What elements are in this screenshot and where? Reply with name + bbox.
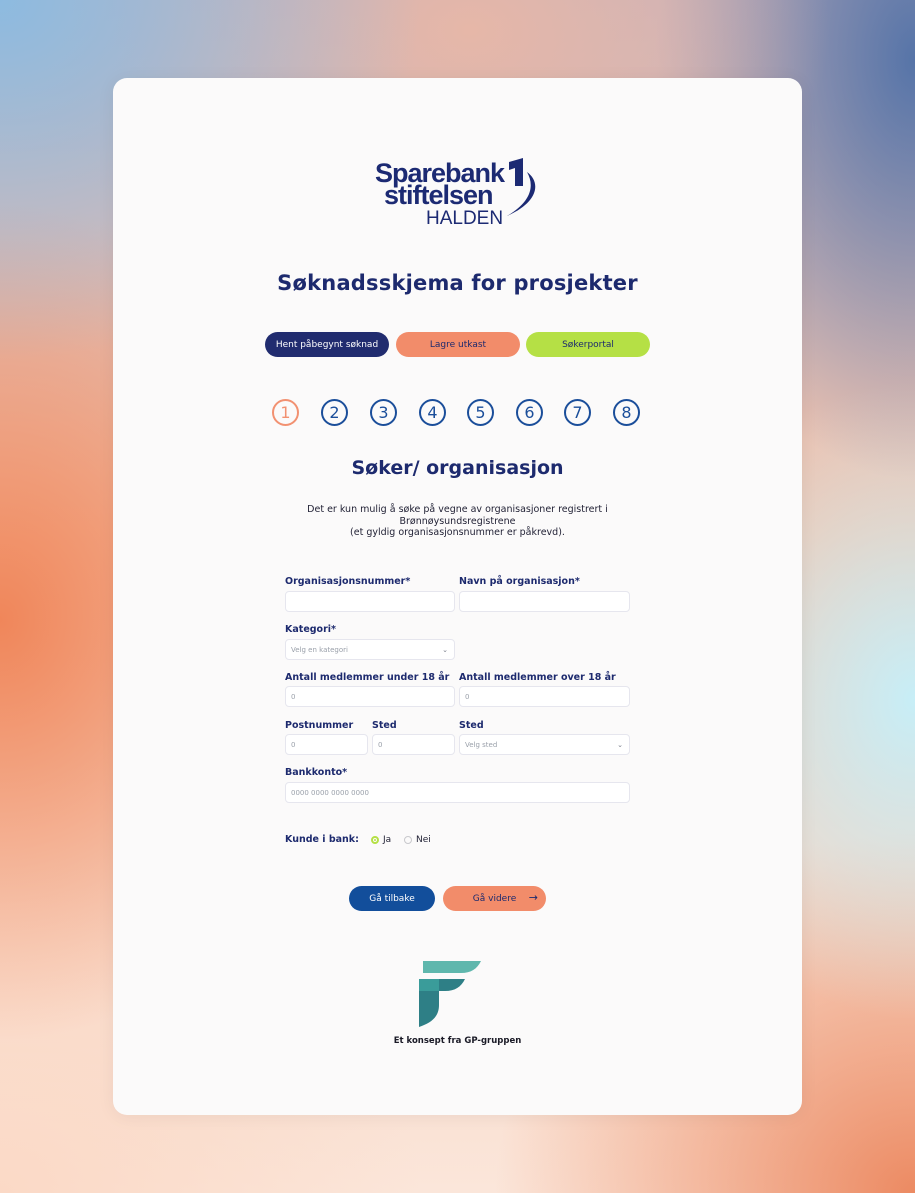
place-select[interactable]: Velg sted ⌄ (459, 734, 630, 755)
place-label: Sted (372, 720, 397, 731)
chevron-down-icon: ⌄ (617, 741, 623, 749)
members-under-input[interactable]: 0 (285, 686, 455, 707)
org-number-label: Organisasjonsnummer* (285, 576, 411, 587)
bank-account-input[interactable]: 0000 0000 0000 0000 (285, 782, 630, 803)
place-input[interactable]: 0 (372, 734, 455, 755)
save-draft-button[interactable]: Lagre utkast (396, 332, 520, 357)
org-number-input[interactable] (285, 591, 455, 612)
category-select[interactable]: Velg en kategori ⌄ (285, 639, 455, 660)
sparebank1-logo-icon (507, 158, 536, 216)
category-placeholder: Velg en kategori (291, 645, 348, 654)
step-5[interactable]: 5 (467, 399, 494, 426)
place-select-placeholder: Velg sted (465, 740, 498, 749)
step-indicator: 1 2 3 4 5 6 7 8 (272, 399, 652, 426)
bank-customer-label: Kunde i bank: (285, 834, 359, 845)
radio-yes[interactable]: Ja (371, 835, 391, 845)
next-button-label: Gå videre (472, 893, 517, 904)
radio-no-label: Nei (416, 835, 431, 845)
applicant-portal-button[interactable]: Søkerportal (526, 332, 650, 357)
place-select-label: Sted (459, 720, 484, 731)
step-2[interactable]: 2 (321, 399, 348, 426)
bank-account-label: Bankkonto* (285, 767, 348, 778)
load-draft-button[interactable]: Hent påbegynt søknad (265, 332, 389, 357)
intro-line-3: (et gyldig organisasjonsnummer er påkrev… (350, 527, 565, 538)
org-name-label: Navn på organisasjon* (459, 576, 580, 587)
gp-gruppen-logo-icon (419, 961, 481, 1027)
radio-yes-label: Ja (383, 835, 392, 845)
postal-code-input[interactable]: 0 (285, 734, 368, 755)
intro-text: Det er kun mulig å søke på vegne av orga… (277, 504, 638, 539)
members-under-label: Antall medlemmer under 18 år (285, 672, 450, 683)
page-title: Søknadsskjema for prosjekter (277, 271, 638, 295)
section-title: Søker/ organisasjon (351, 457, 564, 479)
application-card: Sparebank stiftelsen HALDEN Søknadsskjem… (113, 78, 802, 1115)
radio-no[interactable]: Nei (404, 835, 431, 845)
intro-line-1: Det er kun mulig å søke på vegne av orga… (307, 504, 608, 515)
logo-text-line2: stiftelsen (384, 180, 494, 210)
members-over-input[interactable]: 0 (459, 686, 630, 707)
footer-text: Et konsept fra GP-gruppen (393, 1036, 522, 1046)
chevron-down-icon: ⌄ (442, 646, 448, 654)
postal-code-label: Postnummer (285, 720, 354, 731)
radio-no-dot[interactable] (404, 836, 412, 844)
sparebank-logo: Sparebank stiftelsen HALDEN (373, 158, 545, 232)
step-8[interactable]: 8 (613, 399, 640, 426)
radio-yes-dot[interactable] (371, 836, 379, 844)
next-button[interactable]: Gå videre → (443, 886, 546, 911)
arrow-right-icon: → (528, 891, 538, 904)
step-7[interactable]: 7 (564, 399, 591, 426)
step-3[interactable]: 3 (370, 399, 397, 426)
intro-line-2: Brønnøysundsregistrene (399, 515, 516, 527)
step-1[interactable]: 1 (272, 399, 299, 426)
logo-text-line3: HALDEN (426, 208, 504, 229)
category-label: Kategori* (285, 624, 336, 635)
org-name-input[interactable] (459, 591, 630, 612)
step-6[interactable]: 6 (516, 399, 543, 426)
members-over-label: Antall medlemmer over 18 år (459, 672, 616, 683)
back-button[interactable]: Gå tilbake (349, 886, 435, 911)
step-4[interactable]: 4 (419, 399, 446, 426)
